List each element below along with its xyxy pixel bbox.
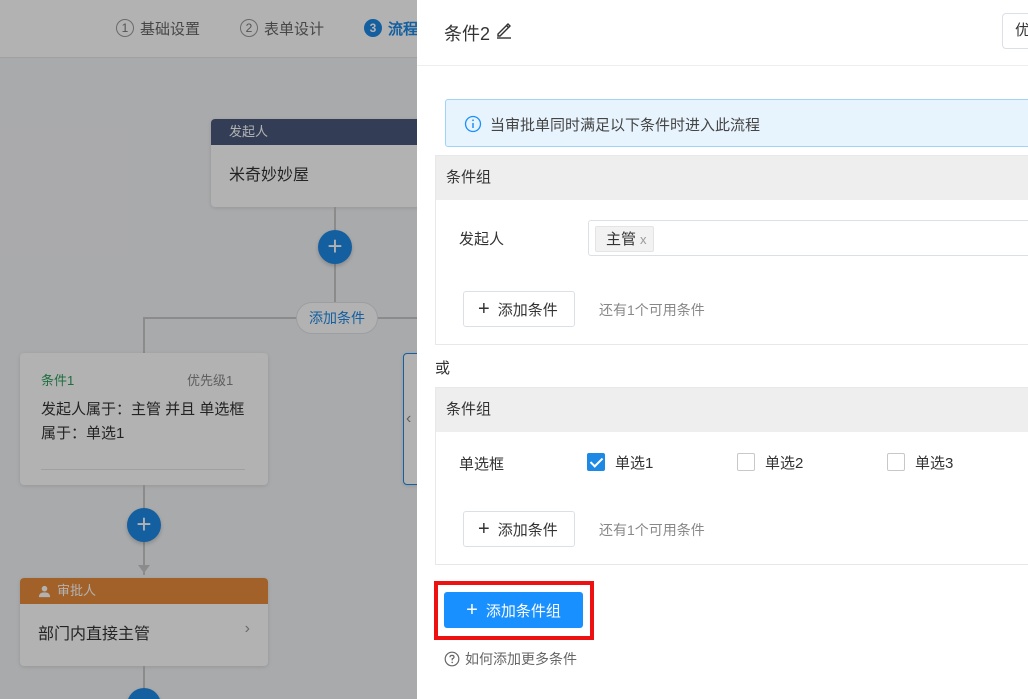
plus-icon: + xyxy=(478,298,490,320)
tag-label: 主管 xyxy=(606,231,637,248)
checkbox-option-2[interactable]: 单选2 xyxy=(737,452,803,472)
field-label-initiator: 发起人 xyxy=(459,231,505,248)
priority-select[interactable]: 优 xyxy=(1002,13,1028,49)
condition-group-1: 条件组 发起人 主管 x + 添加条件 还有1个可用条件 xyxy=(435,155,1028,345)
plus-icon: + xyxy=(478,518,490,540)
edit-icon[interactable] xyxy=(495,21,513,39)
question-circle-icon xyxy=(444,651,460,667)
drawer-header: 条件2 优 xyxy=(417,0,1028,66)
add-condition-group-label: 添加条件组 xyxy=(485,602,561,620)
checkbox-checked-icon[interactable] xyxy=(587,453,605,471)
checkbox-option-1[interactable]: 单选1 xyxy=(587,452,653,472)
drawer-title: 条件2 xyxy=(444,24,491,44)
or-separator: 或 xyxy=(435,360,451,377)
add-condition-label: 添加条件 xyxy=(497,301,558,319)
checkbox-label: 单选2 xyxy=(765,454,804,472)
info-icon xyxy=(464,115,482,133)
help-link[interactable]: 如何添加更多条件 xyxy=(444,649,577,669)
close-icon[interactable]: x xyxy=(640,232,647,247)
condition-drawer: 条件2 优 当审批单同时满足以下条件时进入此流程 条件组 发起人 主管 x + 添… xyxy=(417,0,1028,699)
condition-group-title: 条件组 xyxy=(436,388,1028,432)
add-condition-group-button[interactable]: + 添加条件组 xyxy=(444,592,583,628)
condition-group-title: 条件组 xyxy=(436,156,1028,200)
checkbox-option-3[interactable]: 单选3 xyxy=(887,452,953,472)
checkbox-label: 单选3 xyxy=(915,454,954,472)
add-condition-label: 添加条件 xyxy=(497,521,558,539)
field-label-radio: 单选框 xyxy=(459,456,505,473)
checkbox-icon[interactable] xyxy=(887,453,905,471)
available-conditions-hint: 还有1个可用条件 xyxy=(599,302,705,318)
available-conditions-hint: 还有1个可用条件 xyxy=(599,522,705,538)
info-alert: 当审批单同时满足以下条件时进入此流程 xyxy=(445,99,1028,147)
info-text: 当审批单同时满足以下条件时进入此流程 xyxy=(490,117,761,134)
initiator-select-input[interactable]: 主管 x xyxy=(588,220,1028,256)
condition-group-2: 条件组 单选框 单选1 单选2 单选3 + 添加条件 还有1个可用条件 xyxy=(435,387,1028,565)
add-condition-button[interactable]: + 添加条件 xyxy=(463,511,575,547)
checkbox-icon[interactable] xyxy=(737,453,755,471)
checkbox-label: 单选1 xyxy=(615,454,654,472)
help-link-label: 如何添加更多条件 xyxy=(465,651,577,667)
add-condition-button[interactable]: + 添加条件 xyxy=(463,291,575,327)
plus-icon: + xyxy=(466,599,478,621)
selected-tag: 主管 x xyxy=(595,226,654,252)
